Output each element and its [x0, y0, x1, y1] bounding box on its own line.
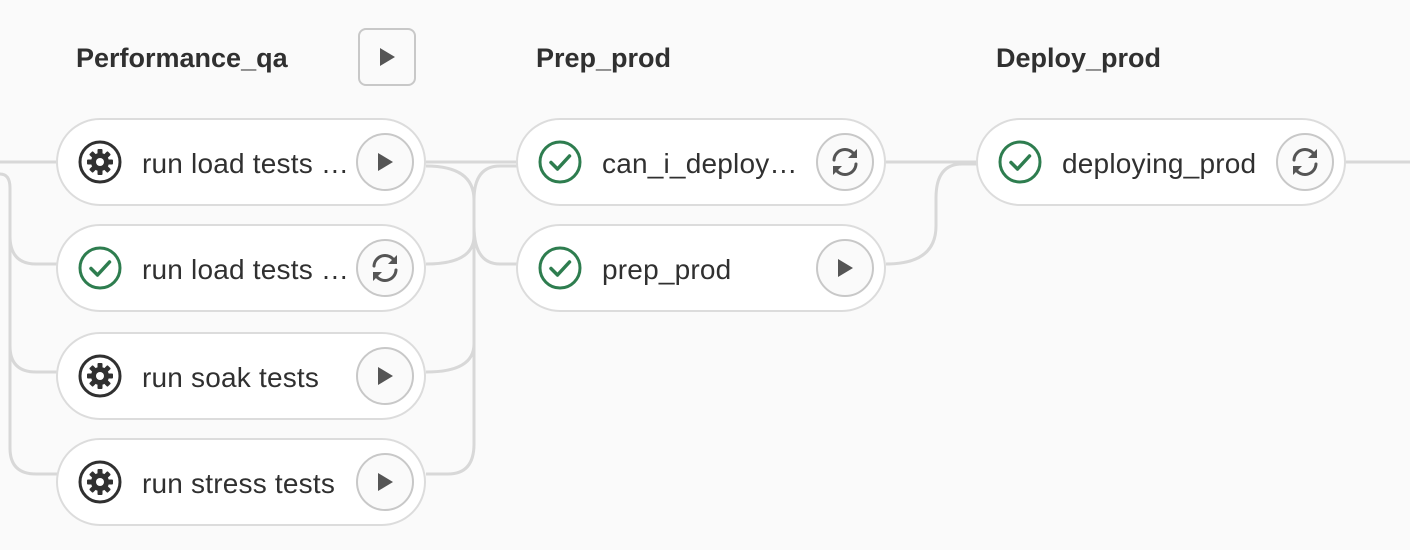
play-icon — [378, 473, 393, 491]
check-circle-icon — [538, 246, 582, 290]
job-run-load-tests-1[interactable]: run load tests … — [56, 118, 426, 206]
check-circle-icon — [538, 140, 582, 184]
play-icon — [838, 259, 853, 277]
job-name: run soak tests — [142, 362, 320, 393]
play-icon — [378, 153, 393, 171]
gear-icon — [78, 140, 122, 184]
play-button[interactable] — [356, 347, 414, 405]
job-name: prep_prod — [602, 254, 732, 285]
retry-button[interactable] — [1276, 133, 1334, 191]
stage-title-deploy-prod: Deploy_prod — [996, 43, 1162, 73]
job-name: run stress tests — [142, 468, 336, 499]
retry-button[interactable] — [816, 133, 874, 191]
job-name: can_i_deploy_p… — [602, 148, 812, 179]
retry-icon — [832, 148, 858, 176]
play-button[interactable] — [816, 239, 874, 297]
job-name: run load tests … — [142, 148, 350, 179]
job-name: deploying_prod — [1062, 148, 1257, 179]
check-circle-icon — [78, 246, 122, 290]
retry-icon — [372, 254, 398, 282]
stage-title-prep-prod: Prep_prod — [536, 43, 672, 73]
play-button[interactable] — [356, 453, 414, 511]
retry-button[interactable] — [356, 239, 414, 297]
job-prep-prod[interactable]: prep_prod — [516, 224, 886, 312]
job-deploying-prod[interactable]: deploying_prod — [976, 118, 1346, 206]
gear-icon — [78, 354, 122, 398]
play-button[interactable] — [356, 133, 414, 191]
job-run-load-tests-2[interactable]: run load tests … — [56, 224, 426, 312]
gear-icon — [78, 460, 122, 504]
play-icon — [378, 367, 393, 385]
job-run-stress-tests[interactable]: run stress tests — [56, 438, 426, 526]
job-name: run load tests … — [142, 254, 350, 285]
stage-title-performance-qa: Performance_qa — [76, 43, 288, 73]
play-icon — [380, 48, 395, 66]
job-can-i-deploy[interactable]: can_i_deploy_p… — [516, 118, 886, 206]
check-circle-icon — [998, 140, 1042, 184]
job-run-soak-tests[interactable]: run soak tests — [56, 332, 426, 420]
run-stage-button[interactable] — [358, 28, 416, 86]
retry-icon — [1292, 148, 1318, 176]
